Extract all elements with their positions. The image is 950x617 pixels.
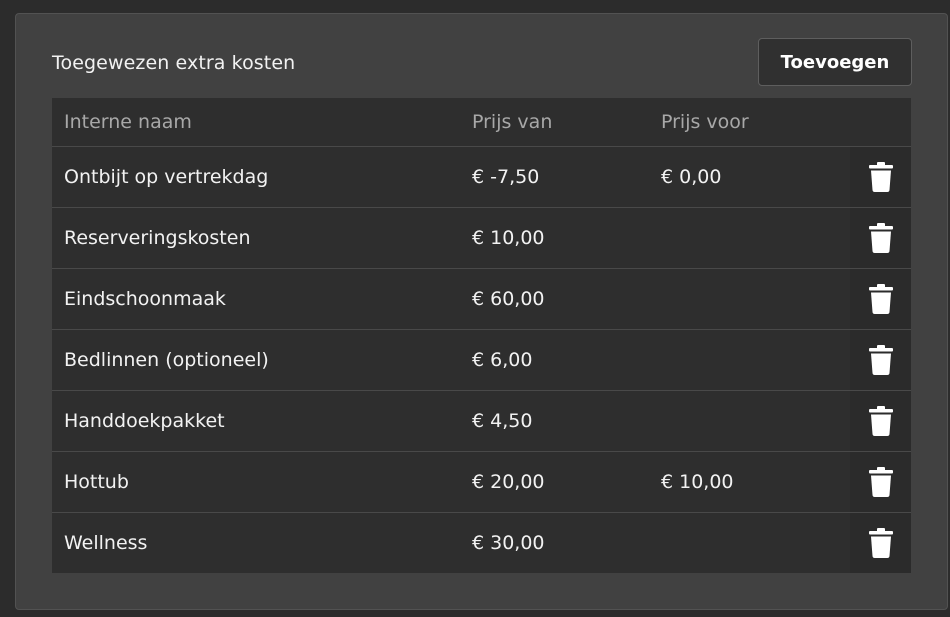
add-button[interactable]: Toevoegen	[758, 38, 912, 86]
table-row: Handdoekpakket € 4,50	[52, 390, 911, 451]
delete-button[interactable]	[850, 147, 911, 207]
table-row: Bedlinnen (optioneel) € 6,00	[52, 329, 911, 390]
table-row: Wellness € 30,00	[52, 512, 911, 573]
row-name: Ontbijt op vertrekdag	[64, 166, 269, 188]
row-name: Eindschoonmaak	[64, 288, 226, 310]
delete-button[interactable]	[850, 269, 911, 329]
table-row: Hottub € 20,00 € 10,00	[52, 451, 911, 512]
row-price-from: € 4,50	[472, 410, 533, 432]
trash-icon[interactable]	[868, 406, 893, 436]
row-name: Bedlinnen (optioneel)	[64, 349, 269, 371]
table-header: Interne naam Prijs van Prijs voor	[52, 98, 911, 146]
extra-costs-table: Interne naam Prijs van Prijs voor Ontbij…	[52, 98, 911, 573]
delete-button[interactable]	[850, 330, 911, 390]
header-price-to: Prijs voor	[661, 111, 749, 133]
row-name: Reserveringskosten	[64, 227, 251, 249]
delete-button[interactable]	[850, 391, 911, 451]
delete-button[interactable]	[850, 208, 911, 268]
trash-icon[interactable]	[868, 223, 893, 253]
row-name: Wellness	[64, 532, 148, 554]
trash-icon[interactable]	[868, 467, 893, 497]
row-name: Handdoekpakket	[64, 410, 225, 432]
row-price-from: € 30,00	[472, 532, 545, 554]
row-price-from: € 60,00	[472, 288, 545, 310]
delete-button[interactable]	[850, 513, 911, 573]
trash-icon[interactable]	[868, 284, 893, 314]
header-price-from: Prijs van	[472, 111, 553, 133]
row-price-to: € 0,00	[661, 166, 722, 188]
row-price-from: € 6,00	[472, 349, 533, 371]
header-actions	[850, 98, 911, 146]
trash-icon[interactable]	[868, 162, 893, 192]
row-name: Hottub	[64, 471, 129, 493]
row-price-from: € -7,50	[472, 166, 540, 188]
trash-icon[interactable]	[868, 345, 893, 375]
row-price-from: € 20,00	[472, 471, 545, 493]
delete-button[interactable]	[850, 452, 911, 512]
header-name: Interne naam	[64, 111, 192, 133]
trash-icon[interactable]	[868, 528, 893, 558]
panel-title: Toegewezen extra kosten	[52, 52, 296, 74]
table-row: Ontbijt op vertrekdag € -7,50 € 0,00	[52, 146, 911, 207]
table-row: Reserveringskosten € 10,00	[52, 207, 911, 268]
row-price-to: € 10,00	[661, 471, 734, 493]
row-price-from: € 10,00	[472, 227, 545, 249]
extra-costs-panel: Toegewezen extra kosten Toevoegen Intern…	[15, 13, 948, 610]
table-row: Eindschoonmaak € 60,00	[52, 268, 911, 329]
